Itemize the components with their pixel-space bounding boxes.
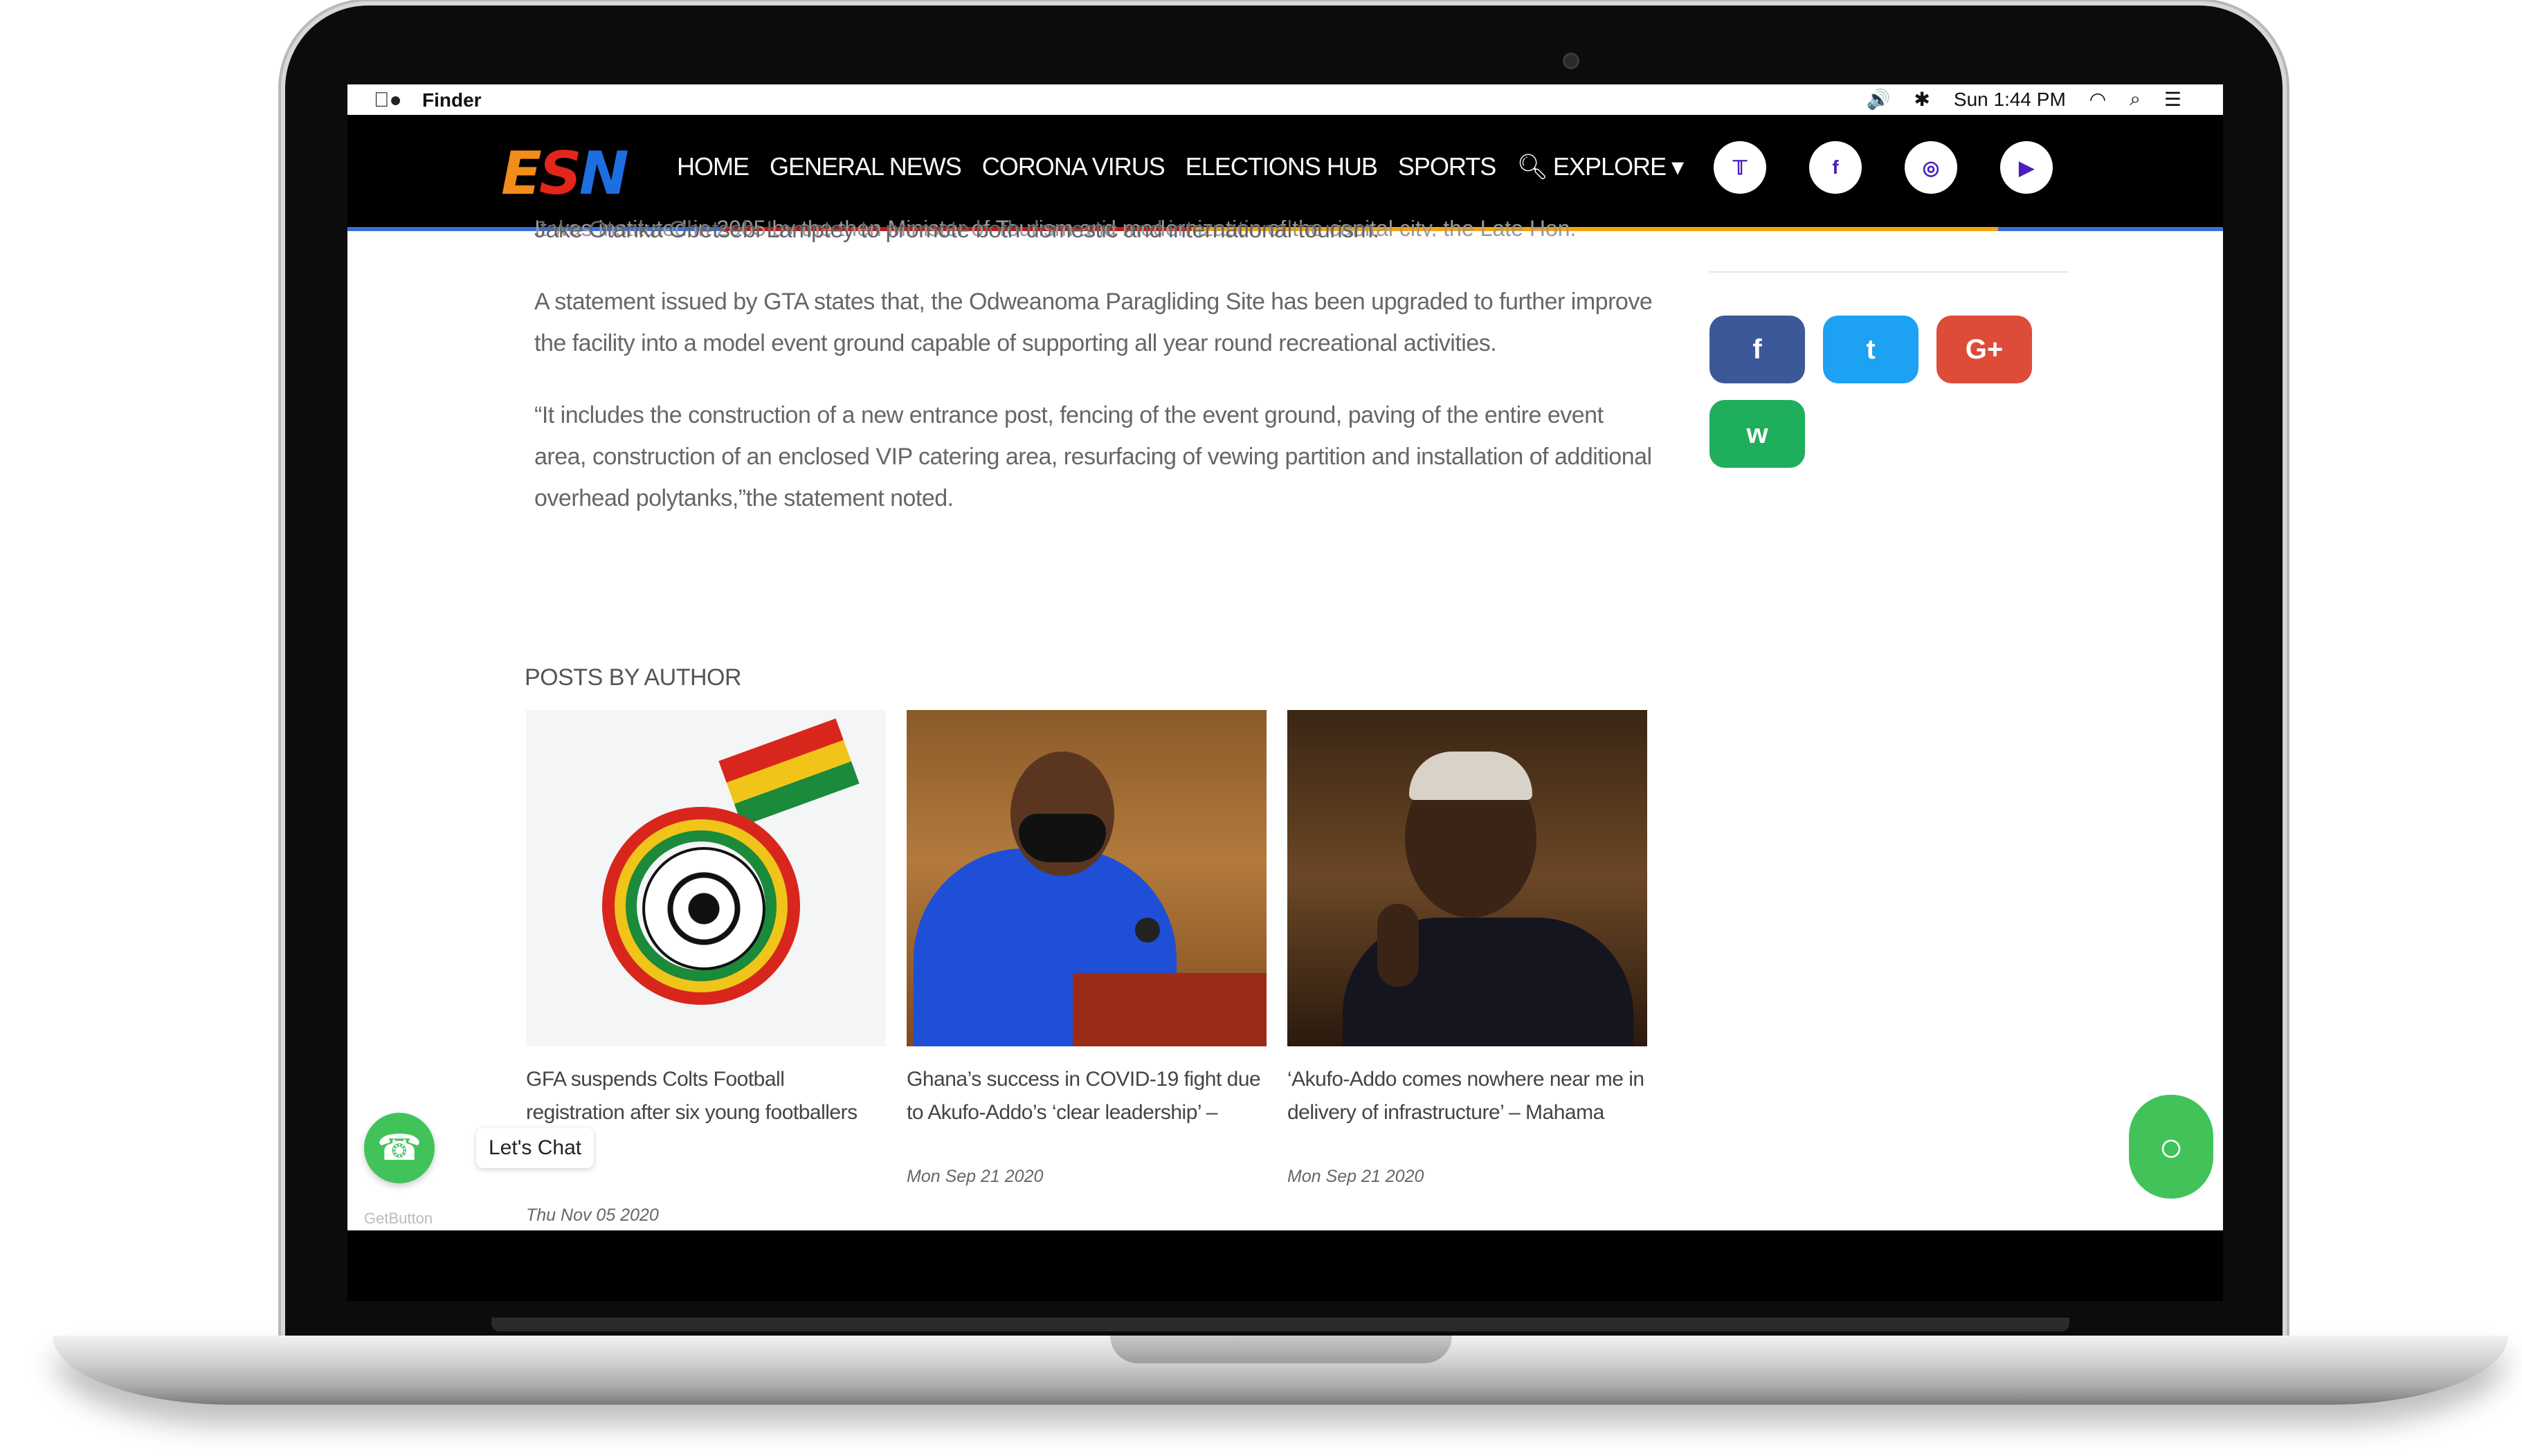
- microphone-icon: [1135, 918, 1160, 943]
- search-icon[interactable]: ⌕: [2130, 88, 2141, 111]
- nav-elections-hub[interactable]: ELECTIONS HUB: [1186, 152, 1378, 181]
- camera-icon: [1563, 53, 1579, 69]
- site-logo[interactable]: E S N: [501, 139, 629, 208]
- post-card[interactable]: Ghana’s success in COVID-19 fight due to…: [907, 710, 1267, 1226]
- share-buttons: f t G+ w: [1709, 316, 2069, 468]
- article-body: Jake Otanka Obetsebi Lamptey to promote …: [534, 209, 1655, 549]
- ghana-flag-graphic: [718, 718, 860, 826]
- lets-chat-bubble[interactable]: Let's Chat: [476, 1128, 595, 1168]
- article-paragraph: “It includes the construction of a new e…: [534, 402, 1652, 511]
- facebook-icon[interactable]: f: [1809, 141, 1862, 194]
- photo-figure: [1409, 752, 1532, 800]
- menu-extras: 🔊 ✱ Sun 1:44 PM ◠ ⌕ ☰: [1867, 88, 2181, 111]
- football-icon: [642, 847, 765, 970]
- twitter-icon: t: [1866, 334, 1876, 365]
- app-name[interactable]: Finder: [422, 89, 482, 111]
- post-title[interactable]: ‘Akufo-Addo comes nowhere near me in del…: [1287, 1063, 1647, 1129]
- screen: ● Finder 🔊 ✱ Sun 1:44 PM ◠ ⌕ ☰ E S N HO…: [347, 84, 2223, 1230]
- nav-explore[interactable]: 🔍︎ EXPLORE ▾: [1516, 152, 1684, 181]
- nav-explore-label: EXPLORE: [1552, 152, 1667, 181]
- post-card[interactable]: ‘Akufo-Addo comes nowhere near me in del…: [1287, 710, 1647, 1226]
- photo-figure: [1073, 973, 1267, 1046]
- logo-letter: S: [538, 139, 582, 208]
- clock[interactable]: Sun 1:44 PM: [1954, 89, 2066, 111]
- article-paragraph: A statement issued by GTA states that, t…: [534, 289, 1653, 356]
- list-icon[interactable]: ☰: [2164, 88, 2181, 111]
- whatsapp-chat-button[interactable]: ☎: [364, 1113, 435, 1183]
- chat-bubble-icon: ○: [2158, 1123, 2184, 1170]
- posts-list: GFA suspends Colts Football registration…: [526, 710, 1647, 1226]
- whatsapp-icon: w: [1746, 418, 1768, 449]
- share-facebook-button[interactable]: f: [1709, 316, 1805, 383]
- wifi-icon[interactable]: ◠: [2089, 88, 2106, 111]
- post-date: Mon Sep 21 2020: [907, 1167, 1044, 1186]
- nav-sports[interactable]: SPORTS: [1398, 152, 1496, 181]
- main-nav: HOME GENERAL NEWS CORONA VIRUS ELECTIONS…: [677, 152, 1684, 181]
- volume-icon[interactable]: 🔊: [1867, 88, 1891, 111]
- posts-by-author-title: POSTS BY AUTHOR: [525, 664, 742, 691]
- live-chat-button[interactable]: ○: [2129, 1095, 2213, 1199]
- nav-general-news[interactable]: GENERAL NEWS: [770, 152, 962, 181]
- apple-icon[interactable]: ●: [374, 89, 402, 112]
- photo-figure: [1377, 904, 1419, 987]
- instagram-icon[interactable]: ◎: [1905, 141, 1957, 194]
- youtube-icon[interactable]: ▶: [2000, 141, 2053, 194]
- header-socials: 𝕋 f ◎ ▶: [1714, 141, 2053, 194]
- whatsapp-icon: ☎: [377, 1128, 422, 1168]
- share-google-button[interactable]: G+: [1936, 316, 2032, 383]
- logo-letter: E: [501, 139, 542, 208]
- facebook-icon: f: [1752, 334, 1762, 365]
- menu-bar: ● Finder 🔊 ✱ Sun 1:44 PM ◠ ⌕ ☰: [347, 84, 2223, 116]
- getbutton-label[interactable]: GetButton: [364, 1210, 433, 1228]
- post-thumbnail[interactable]: [526, 710, 886, 1046]
- sidebar-divider: [1709, 271, 2069, 273]
- post-date: Mon Sep 21 2020: [1287, 1167, 1424, 1186]
- post-thumbnail[interactable]: [1287, 710, 1647, 1046]
- search-icon: 🔍︎: [1516, 152, 1548, 181]
- photo-figure: [1019, 814, 1106, 862]
- hinge: [491, 1318, 2069, 1331]
- article-paragraph: Jake Otanka Obetsebi Lamptey to promote …: [534, 217, 1379, 243]
- laptop-notch: [1110, 1336, 1452, 1363]
- twitter-icon[interactable]: 𝕋: [1714, 141, 1766, 194]
- post-thumbnail[interactable]: [907, 710, 1267, 1046]
- share-twitter-button[interactable]: t: [1823, 316, 1918, 383]
- post-title[interactable]: GFA suspends Colts Football registration…: [526, 1063, 886, 1129]
- post-date: Thu Nov 05 2020: [526, 1205, 659, 1225]
- share-whatsapp-button[interactable]: w: [1709, 400, 1805, 468]
- logo-letter: N: [579, 139, 629, 208]
- post-title[interactable]: Ghana’s success in COVID-19 fight due to…: [907, 1063, 1267, 1129]
- bluetooth-icon[interactable]: ✱: [1914, 88, 1930, 111]
- google-plus-icon: G+: [1965, 334, 2004, 365]
- caret-down-icon: ▾: [1671, 152, 1684, 181]
- bezel-bottom: [347, 1230, 2223, 1301]
- nav-corona-virus[interactable]: CORONA VIRUS: [982, 152, 1165, 181]
- nav-home[interactable]: HOME: [677, 152, 750, 181]
